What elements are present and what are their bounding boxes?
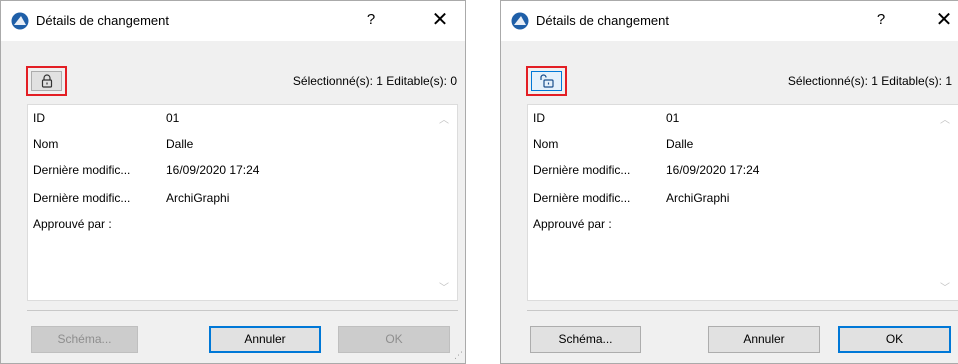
chevron-up-icon[interactable]: ︿ bbox=[439, 111, 449, 126]
separator bbox=[527, 310, 958, 311]
schema-button[interactable]: Schéma... bbox=[31, 326, 138, 353]
lock-toggle-button[interactable] bbox=[31, 71, 62, 91]
selection-status: Sélectionné(s): 1 Editable(s): 1 bbox=[787, 74, 952, 88]
chevron-down-icon[interactable]: ﹀ bbox=[940, 279, 950, 294]
property-value: Dalle bbox=[666, 137, 694, 151]
title-bar[interactable]: Détails de changement ? ✕ bbox=[501, 1, 958, 41]
property-label: Approuvé par : bbox=[533, 217, 612, 231]
padlock-open-icon bbox=[539, 74, 554, 88]
property-label: ID bbox=[33, 111, 45, 125]
properties-list[interactable]: ID 01 Nom Dalle Dernière modific... 16/0… bbox=[527, 104, 958, 301]
close-button[interactable]: ✕ bbox=[429, 7, 451, 32]
change-details-dialog-right: Détails de changement ? ✕ Sélectionné(s)… bbox=[500, 0, 958, 364]
padlock-closed-icon bbox=[41, 74, 52, 88]
cancel-button[interactable]: Annuler bbox=[708, 326, 820, 353]
property-value: 01 bbox=[166, 111, 180, 125]
selection-status: Sélectionné(s): 1 Editable(s): 0 bbox=[292, 74, 457, 88]
property-value: ArchiGraphi bbox=[166, 191, 230, 205]
archicad-app-icon bbox=[511, 12, 529, 30]
lock-toggle-highlight bbox=[526, 66, 567, 96]
property-label: Approuvé par : bbox=[33, 217, 112, 231]
dialog-title: Détails de changement bbox=[36, 13, 169, 28]
property-label: ID bbox=[533, 111, 545, 125]
property-label: Dernière modific... bbox=[33, 163, 131, 177]
lock-toggle-highlight bbox=[26, 66, 67, 96]
title-bar[interactable]: Détails de changement ? ✕ bbox=[1, 1, 465, 41]
cancel-button[interactable]: Annuler bbox=[209, 326, 321, 353]
chevron-up-icon[interactable]: ︿ bbox=[940, 111, 950, 126]
separator bbox=[27, 310, 458, 311]
property-label: Nom bbox=[33, 137, 59, 151]
properties-list[interactable]: ID 01 Nom Dalle Dernière modific... 16/0… bbox=[27, 104, 458, 301]
chevron-down-icon[interactable]: ﹀ bbox=[439, 279, 449, 294]
ok-button[interactable]: OK bbox=[838, 326, 951, 353]
archicad-app-icon bbox=[11, 12, 29, 30]
ok-button[interactable]: OK bbox=[338, 326, 450, 353]
dialog-title: Détails de changement bbox=[536, 13, 669, 28]
resize-grip-icon[interactable]: ⋰ bbox=[454, 350, 463, 361]
property-label: Nom bbox=[533, 137, 559, 151]
property-value: 16/09/2020 17:24 bbox=[166, 163, 260, 177]
property-label: Dernière modific... bbox=[533, 163, 631, 177]
property-value: 01 bbox=[666, 111, 680, 125]
property-label: Dernière modific... bbox=[533, 191, 631, 205]
property-value: Dalle bbox=[166, 137, 194, 151]
property-value: 16/09/2020 17:24 bbox=[666, 163, 760, 177]
close-button[interactable]: ✕ bbox=[933, 7, 955, 32]
lock-toggle-button[interactable] bbox=[531, 71, 562, 91]
schema-button[interactable]: Schéma... bbox=[530, 326, 641, 353]
property-label: Dernière modific... bbox=[33, 191, 131, 205]
change-details-dialog-left: Détails de changement ? ✕ Sélectionné(s)… bbox=[0, 0, 466, 364]
help-button[interactable]: ? bbox=[361, 11, 381, 28]
help-button[interactable]: ? bbox=[871, 11, 891, 28]
property-value: ArchiGraphi bbox=[666, 191, 730, 205]
